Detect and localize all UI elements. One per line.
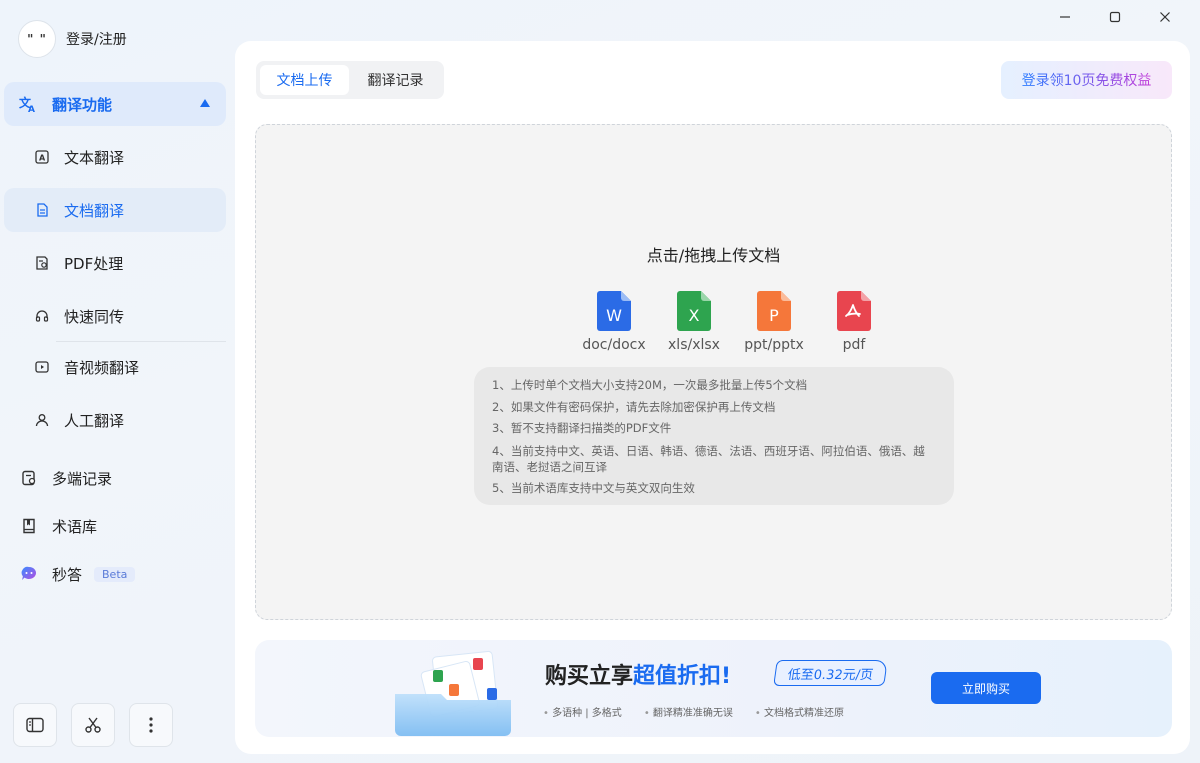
pdf-file-icon bbox=[837, 291, 871, 331]
banner-title-highlight: 超值折扣 bbox=[633, 664, 722, 689]
sidebar-item-label: 多端记录 bbox=[52, 469, 113, 488]
more-vertical-icon bbox=[149, 717, 153, 733]
book-icon bbox=[20, 517, 38, 535]
sidebar: " " 登录/注册 文A 翻译功能 A 文本翻译 文档翻译 PDF处理 快速同传… bbox=[0, 0, 235, 763]
format-word: W doc/docx bbox=[574, 291, 654, 353]
svg-text:A: A bbox=[28, 105, 35, 113]
beta-badge: Beta bbox=[94, 566, 136, 582]
feature-item: 文档格式精准还原 bbox=[755, 704, 844, 719]
format-label: xls/xlsx bbox=[668, 337, 720, 353]
person-icon bbox=[34, 412, 50, 428]
text-translate-icon: A bbox=[34, 149, 50, 165]
feature-item: 翻译精准准确无误 bbox=[644, 704, 733, 719]
sidebar-item-records[interactable]: 多端记录 bbox=[4, 456, 226, 500]
ai-chat-icon bbox=[20, 565, 38, 583]
sidebar-item-label: 快速同传 bbox=[64, 307, 125, 326]
sidebar-menu: 文A 翻译功能 A 文本翻译 文档翻译 PDF处理 快速同传 音视频翻译 人工翻… bbox=[4, 82, 226, 596]
format-label: ppt/pptx bbox=[744, 337, 804, 353]
sidebar-item-label: 音视频翻译 bbox=[64, 358, 140, 377]
sidebar-item-document-translate[interactable]: 文档翻译 bbox=[4, 188, 226, 232]
maximize-button[interactable] bbox=[1092, 6, 1138, 28]
purchase-banner[interactable]: 购买立享超值折扣! 低至0.32元/页 多语种 | 多格式 翻译精准准确无误 文… bbox=[255, 640, 1172, 737]
note-item: 1、上传时单个文档大小支持20M，一次最多批量上传5个文档 bbox=[492, 378, 808, 392]
sidebar-item-termbase[interactable]: 术语库 bbox=[4, 504, 226, 548]
upload-dropzone[interactable]: 点击/拖拽上传文档 W doc/docx X xls/xlsx P ppt/pp… bbox=[255, 124, 1172, 620]
note-item: 3、暂不支持翻译扫描类的PDF文件 bbox=[492, 421, 672, 435]
window-controls bbox=[1042, 6, 1188, 28]
upload-notes: 1、上传时单个文档大小支持20M，一次最多批量上传5个文档 2、如果文件有密码保… bbox=[474, 367, 954, 505]
format-pdf: pdf bbox=[814, 291, 894, 353]
note-item: 2、如果文件有密码保护，请先去除加密保护再上传文档 bbox=[492, 399, 776, 414]
price-tag: 低至0.32元/页 bbox=[773, 660, 889, 686]
documents-illustration bbox=[395, 650, 511, 736]
svg-text:W: W bbox=[606, 306, 622, 325]
sidebar-item-av-translate[interactable]: 音视频翻译 bbox=[4, 345, 226, 389]
maximize-icon bbox=[1109, 11, 1121, 23]
sidebar-group-translate[interactable]: 文A 翻译功能 bbox=[4, 82, 226, 126]
user-login[interactable]: " " 登录/注册 bbox=[18, 20, 127, 58]
promo-label: 登录领10页免费权益 bbox=[1022, 70, 1152, 90]
sidebar-item-quick-answer[interactable]: 秒答 Beta bbox=[4, 552, 226, 596]
more-button[interactable] bbox=[129, 703, 173, 747]
sidebar-item-label: 文本翻译 bbox=[64, 148, 125, 167]
format-ppt: P ppt/pptx bbox=[734, 291, 814, 353]
main-panel: 文档上传 翻译记录 登录领10页免费权益 点击/拖拽上传文档 W doc/doc… bbox=[235, 41, 1190, 754]
login-register-link[interactable]: 登录/注册 bbox=[66, 29, 127, 49]
banner-features: 多语种 | 多格式 翻译精准准确无误 文档格式精准还原 bbox=[543, 704, 844, 719]
format-label: pdf bbox=[842, 337, 866, 353]
sidebar-item-human-translate[interactable]: 人工翻译 bbox=[4, 398, 226, 442]
login-free-pages-button[interactable]: 登录领10页免费权益 bbox=[1001, 61, 1172, 99]
excel-file-icon: X bbox=[677, 291, 711, 331]
sidebar-group-label: 翻译功能 bbox=[52, 95, 113, 114]
format-label: doc/docx bbox=[582, 337, 646, 353]
scissors-icon bbox=[85, 717, 101, 733]
avatar[interactable]: " " bbox=[18, 20, 56, 58]
toggle-sidebar-button[interactable] bbox=[13, 703, 57, 747]
format-excel: X xls/xlsx bbox=[654, 291, 734, 353]
sidebar-item-label: 术语库 bbox=[52, 517, 98, 536]
sidebar-bottom-tools bbox=[13, 703, 173, 747]
sidebar-item-pdf[interactable]: PDF处理 bbox=[4, 241, 226, 285]
word-file-icon: W bbox=[597, 291, 631, 331]
screenshot-button[interactable] bbox=[71, 703, 115, 747]
banner-title-post: ! bbox=[721, 664, 732, 689]
banner-title: 购买立享超值折扣! bbox=[545, 658, 731, 690]
sidebar-item-label: PDF处理 bbox=[64, 254, 124, 273]
tab-document-upload[interactable]: 文档上传 bbox=[260, 65, 349, 95]
supported-formats: W doc/docx X xls/xlsx P ppt/pptx pdf bbox=[574, 291, 894, 353]
sidebar-item-simultaneous[interactable]: 快速同传 bbox=[4, 294, 226, 338]
minimize-icon bbox=[1060, 16, 1070, 18]
video-icon bbox=[34, 359, 50, 375]
document-icon bbox=[34, 202, 50, 218]
close-button[interactable] bbox=[1142, 6, 1188, 28]
sidebar-item-text-translate[interactable]: A 文本翻译 bbox=[4, 135, 226, 179]
svg-text:A: A bbox=[39, 154, 46, 163]
close-icon bbox=[1160, 12, 1170, 22]
sidebar-toggle-icon bbox=[26, 717, 44, 733]
avatar-text: " " bbox=[27, 32, 47, 46]
pdf-icon bbox=[34, 255, 50, 271]
sidebar-item-label: 秒答 bbox=[52, 565, 83, 584]
minimize-button[interactable] bbox=[1042, 6, 1088, 28]
note-item: 5、当前术语库支持中文与英文双向生效 bbox=[492, 480, 695, 495]
record-icon bbox=[20, 469, 38, 487]
sidebar-item-label: 人工翻译 bbox=[64, 411, 125, 430]
sidebar-item-label: 文档翻译 bbox=[64, 201, 125, 220]
upload-title: 点击/拖拽上传文档 bbox=[646, 246, 781, 265]
note-item: 4、当前支持中文、英语、日语、韩语、德语、法语、西班牙语、阿拉伯语、俄语、越南语… bbox=[492, 443, 925, 474]
svg-text:X: X bbox=[689, 306, 700, 325]
buy-now-button[interactable]: 立即购买 bbox=[931, 672, 1041, 704]
headset-icon bbox=[34, 308, 50, 324]
tab-translation-records[interactable]: 翻译记录 bbox=[351, 65, 440, 95]
translate-icon: 文A bbox=[18, 94, 38, 114]
divider bbox=[56, 341, 226, 342]
chevron-up-icon[interactable] bbox=[200, 99, 210, 107]
ppt-file-icon: P bbox=[757, 291, 791, 331]
tab-bar: 文档上传 翻译记录 bbox=[256, 61, 444, 99]
feature-item: 多语种 | 多格式 bbox=[543, 704, 622, 719]
svg-text:P: P bbox=[769, 306, 779, 325]
banner-title-pre: 购买立享 bbox=[545, 664, 634, 689]
